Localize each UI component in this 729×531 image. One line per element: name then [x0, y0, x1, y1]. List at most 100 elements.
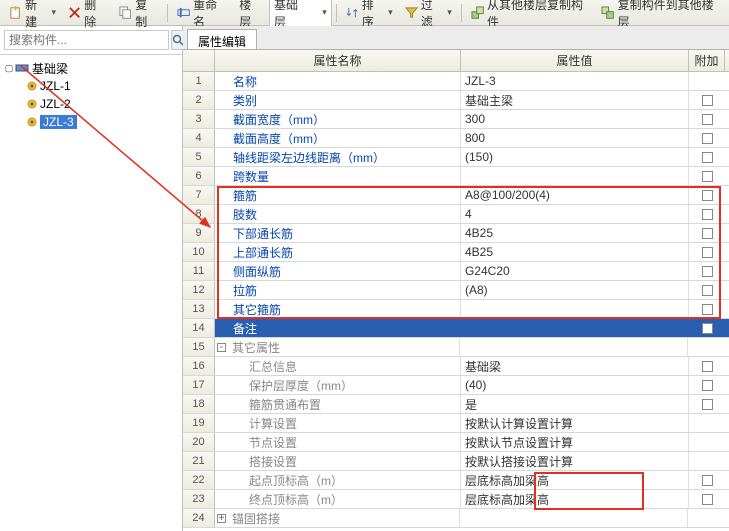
property-value[interactable]	[460, 338, 688, 356]
property-value[interactable]: 4	[461, 205, 689, 223]
attach-checkbox[interactable]	[702, 494, 713, 505]
tree-item[interactable]: JZL-2	[0, 95, 182, 113]
grid-row[interactable]: 10 上部通长筋4B25	[183, 243, 729, 262]
tab-property-edit[interactable]: 属性编辑	[187, 29, 257, 49]
grid-row[interactable]: 5轴线距梁左边线距离（mm）(150)	[183, 148, 729, 167]
attach-checkbox[interactable]	[702, 247, 713, 258]
row-number: 20	[183, 433, 215, 451]
grid-row[interactable]: 3截面宽度（mm）300	[183, 110, 729, 129]
tree-item[interactable]: JZL-3	[0, 113, 182, 131]
row-number: 10	[183, 243, 215, 261]
grid-row[interactable]: 17保护层厚度（mm）(40)	[183, 376, 729, 395]
attach-cell	[689, 304, 725, 315]
grid-row[interactable]: 7箍筋A8@100/200(4)	[183, 186, 729, 205]
attach-checkbox[interactable]	[702, 171, 713, 182]
property-value[interactable]: (150)	[461, 148, 689, 166]
attach-checkbox[interactable]	[702, 475, 713, 486]
grid-row[interactable]: 2 类别基础主梁	[183, 91, 729, 110]
attach-cell	[689, 285, 725, 296]
property-value[interactable]: (A8)	[461, 281, 689, 299]
grid-row[interactable]: 23终点顶标高（m）层底标高加梁高	[183, 490, 729, 509]
grid-row[interactable]: 16汇总信息基础梁	[183, 357, 729, 376]
grid-row[interactable]: 6跨数量	[183, 167, 729, 186]
property-value[interactable]: 4B25	[461, 224, 689, 242]
dropdown-icon: ▾	[388, 7, 393, 18]
grid-row[interactable]: 24+锚固搭接	[183, 509, 729, 528]
row-number: 13	[183, 300, 215, 318]
attach-checkbox[interactable]	[702, 114, 713, 125]
property-value[interactable]: 800	[461, 129, 689, 147]
search-row	[0, 26, 182, 55]
row-number: 24	[183, 509, 215, 527]
property-value[interactable]: JZL-3	[461, 72, 689, 90]
property-value[interactable]: 按默认节点设置计算	[461, 433, 689, 451]
grid-row[interactable]: 15-其它属性	[183, 338, 729, 357]
grid-row[interactable]: 12拉筋(A8)	[183, 281, 729, 300]
attach-checkbox[interactable]	[702, 266, 713, 277]
grid-row[interactable]: 19计算设置按默认计算设置计算	[183, 414, 729, 433]
attach-checkbox[interactable]	[702, 133, 713, 144]
attach-checkbox[interactable]	[702, 399, 713, 410]
property-value[interactable]: 层底标高加梁高	[461, 490, 689, 508]
expand-toggle[interactable]: -	[217, 343, 226, 352]
row-number: 2	[183, 91, 215, 109]
dropdown-icon: ▾	[52, 7, 57, 18]
property-value[interactable]: 层底标高加梁高	[461, 471, 689, 489]
header-attach: 附加	[689, 50, 725, 71]
property-value[interactable]: 基础主梁	[461, 91, 689, 109]
property-value[interactable]: (40)	[461, 376, 689, 394]
grid-row[interactable]: 8肢数4	[183, 205, 729, 224]
grid-header: 属性名称 属性值 附加	[183, 50, 729, 72]
grid-row[interactable]: 11侧面纵筋G24C20	[183, 262, 729, 281]
attach-checkbox[interactable]	[702, 285, 713, 296]
attach-checkbox[interactable]	[702, 95, 713, 106]
grid-row[interactable]: 4截面高度（mm）800	[183, 129, 729, 148]
property-value[interactable]	[461, 300, 689, 318]
grid-body[interactable]: 1名称JZL-32 类别基础主梁3截面宽度（mm）3004截面高度（mm）8005…	[183, 72, 729, 531]
property-value[interactable]: 是	[461, 395, 689, 413]
row-number: 22	[183, 471, 215, 489]
property-value[interactable]: G24C20	[461, 262, 689, 280]
copy-to-icon	[601, 6, 614, 20]
attach-checkbox[interactable]	[702, 380, 713, 391]
property-value[interactable]	[461, 167, 689, 185]
property-value[interactable]	[461, 319, 689, 337]
grid-row[interactable]: 1名称JZL-3	[183, 72, 729, 91]
tree-root[interactable]: ▢ 基础梁	[0, 59, 182, 77]
grid-row[interactable]: 21搭接设置按默认搭接设置计算	[183, 452, 729, 471]
attach-checkbox[interactable]	[702, 209, 713, 220]
grid-row[interactable]: 9下部通长筋4B25	[183, 224, 729, 243]
grid-row[interactable]: 22起点顶标高（m）层底标高加梁高	[183, 471, 729, 490]
grid-row[interactable]: 20节点设置按默认节点设置计算	[183, 433, 729, 452]
property-value[interactable]: A8@100/200(4)	[461, 186, 689, 204]
property-value[interactable]: 按默认计算设置计算	[461, 414, 689, 432]
row-number: 1	[183, 72, 215, 90]
attach-checkbox[interactable]	[702, 228, 713, 239]
property-value[interactable]: 300	[461, 110, 689, 128]
attach-checkbox[interactable]	[702, 323, 713, 334]
expand-icon[interactable]: ▢	[4, 63, 14, 74]
grid-row[interactable]: 13其它箍筋	[183, 300, 729, 319]
property-value[interactable]: 4B25	[461, 243, 689, 261]
attach-checkbox[interactable]	[702, 361, 713, 372]
component-tree: ▢ 基础梁 JZL-1JZL-2JZL-3	[0, 55, 182, 135]
property-value[interactable]	[460, 509, 688, 527]
grid-row[interactable]: 14备注	[183, 319, 729, 338]
copy-icon	[119, 6, 132, 20]
property-name: 上部通长筋	[229, 243, 461, 261]
attach-checkbox[interactable]	[702, 152, 713, 163]
property-value[interactable]: 基础梁	[461, 357, 689, 375]
grid-row[interactable]: 18箍筋贯通布置是	[183, 395, 729, 414]
tree-item[interactable]: JZL-1	[0, 77, 182, 95]
expand-toggle[interactable]: +	[217, 514, 226, 523]
attach-checkbox[interactable]	[702, 190, 713, 201]
attach-checkbox[interactable]	[702, 304, 713, 315]
beam-icon	[14, 61, 30, 75]
attach-cell	[689, 494, 725, 505]
property-name: 下部通长筋	[229, 224, 461, 242]
property-name: 类别	[229, 91, 461, 109]
property-value[interactable]: 按默认搭接设置计算	[461, 452, 689, 470]
attach-cell	[689, 190, 725, 201]
attach-cell	[689, 323, 725, 334]
search-input[interactable]	[4, 30, 169, 50]
